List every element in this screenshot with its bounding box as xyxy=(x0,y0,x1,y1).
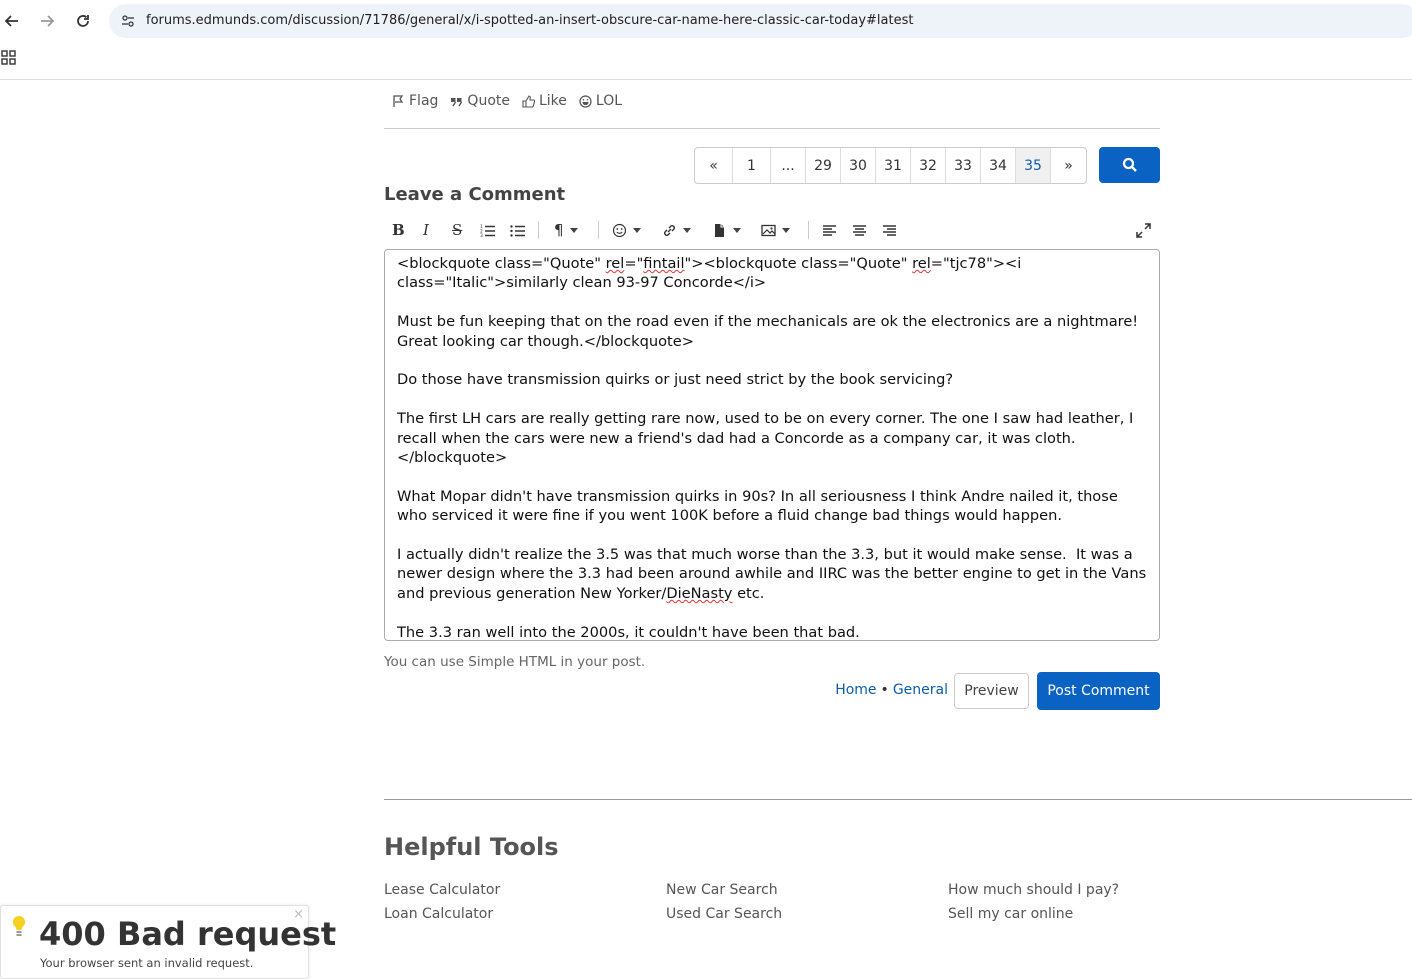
toolbar-separator xyxy=(808,221,809,239)
page-link[interactable]: 30 xyxy=(841,148,876,183)
svg-text:3: 3 xyxy=(480,233,483,238)
link-icon[interactable] xyxy=(662,219,691,241)
price-guide-link[interactable]: How much should I pay? xyxy=(948,882,1119,898)
flag-icon xyxy=(393,94,404,107)
editor-paragraph: The 3.3 ran well into the 2000s, it coul… xyxy=(397,623,860,641)
page-ellipsis: ... xyxy=(771,148,806,183)
search-button[interactable] xyxy=(1099,147,1160,183)
site-info-icon[interactable] xyxy=(119,12,137,30)
pagination: « 1 ... 29 30 31 32 33 34 35 » xyxy=(694,147,1087,184)
apps-grid-icon[interactable] xyxy=(1,50,17,66)
error-message: Your browser sent an invalid request. xyxy=(40,956,254,970)
loan-calculator-link[interactable]: Loan Calculator xyxy=(384,906,493,922)
reload-icon[interactable] xyxy=(71,9,95,33)
back-arrow-icon[interactable] xyxy=(0,9,24,33)
lol-label: LOL xyxy=(595,93,623,109)
page-current[interactable]: 35 xyxy=(1016,148,1051,183)
error-title: 400 Bad request xyxy=(39,915,337,953)
error-toast: × 400 Bad request Your browser sent an i… xyxy=(0,905,336,979)
editor-toolbar: B I S 123 ¶ xyxy=(384,219,1160,243)
quote-icon xyxy=(451,97,463,106)
bold-icon[interactable]: B xyxy=(392,219,405,241)
align-right-icon[interactable] xyxy=(882,219,897,241)
page-link[interactable]: 33 xyxy=(946,148,981,183)
forward-arrow-icon[interactable] xyxy=(35,9,59,33)
url-text: forums.edmunds.com/discussion/71786/gene… xyxy=(146,13,914,28)
divider xyxy=(384,128,1160,129)
page-link[interactable]: 31 xyxy=(876,148,911,183)
image-icon[interactable] xyxy=(761,219,790,241)
new-car-search-link[interactable]: New Car Search xyxy=(666,882,778,898)
comment-heading: Leave a Comment xyxy=(384,184,566,205)
editor-paragraph: Do those have transmission quirks or jus… xyxy=(397,371,954,389)
used-car-search-link[interactable]: Used Car Search xyxy=(666,906,782,922)
flag-action[interactable]: Flag xyxy=(392,93,438,109)
toolbar-separator xyxy=(598,221,599,239)
address-bar[interactable]: forums.edmunds.com/discussion/71786/gene… xyxy=(109,4,1412,38)
lightbulb-icon xyxy=(12,915,26,936)
divider xyxy=(384,799,1412,800)
page-link[interactable]: 32 xyxy=(911,148,946,183)
lol-action[interactable]: LOL xyxy=(579,93,622,109)
helpful-tools-heading: Helpful Tools xyxy=(384,833,559,861)
post-actions: Flag Quote Like LOL xyxy=(392,93,622,109)
paragraph-format-icon[interactable]: ¶ xyxy=(554,219,578,241)
like-action[interactable]: Like xyxy=(522,93,567,109)
sell-car-link[interactable]: Sell my car online xyxy=(948,906,1073,922)
page-prev[interactable]: « xyxy=(695,148,733,183)
editor-paragraph: <blockquote class="Quote" rel="fintail">… xyxy=(397,255,1022,292)
like-label: Like xyxy=(538,93,567,109)
document-icon[interactable] xyxy=(712,219,741,241)
page-link[interactable]: 29 xyxy=(806,148,841,183)
italic-icon[interactable]: I xyxy=(423,219,429,241)
strikethrough-icon[interactable]: S xyxy=(452,219,462,241)
flag-label: Flag xyxy=(409,93,439,109)
post-comment-button[interactable]: Post Comment xyxy=(1037,672,1160,710)
bullet-list-icon[interactable] xyxy=(510,219,525,241)
editor-paragraph: The first LH cars are really getting rar… xyxy=(397,410,1134,467)
align-center-icon[interactable] xyxy=(852,219,867,241)
editor-paragraph: Must be fun keeping that on the road eve… xyxy=(397,313,1139,350)
ordered-list-icon[interactable]: 123 xyxy=(480,219,495,241)
browser-chrome: forums.edmunds.com/discussion/71786/gene… xyxy=(0,0,1412,80)
breadcrumb: Home • General xyxy=(835,682,948,698)
breadcrumb-separator: • xyxy=(880,682,889,698)
quote-action[interactable]: Quote xyxy=(450,93,510,109)
breadcrumb-home[interactable]: Home xyxy=(835,682,876,698)
page-link[interactable]: 1 xyxy=(733,148,771,183)
comment-textarea[interactable]: <blockquote class="Quote" rel="fintail">… xyxy=(384,249,1160,641)
emoji-icon[interactable] xyxy=(612,219,641,241)
html-hint: You can use Simple HTML in your post. xyxy=(384,654,646,670)
thumbs-up-icon xyxy=(522,94,535,108)
editor-paragraph: What Mopar didn't have transmission quir… xyxy=(397,487,1118,525)
breadcrumb-general[interactable]: General xyxy=(893,682,948,698)
page-next[interactable]: » xyxy=(1051,148,1086,183)
fullscreen-icon[interactable] xyxy=(1136,219,1151,241)
quote-label: Quote xyxy=(467,93,510,109)
editor-paragraph: I actually didn't realize the 3.5 was th… xyxy=(397,546,1147,602)
lease-calculator-link[interactable]: Lease Calculator xyxy=(384,882,500,898)
search-icon xyxy=(1122,157,1137,172)
laugh-icon xyxy=(579,94,592,108)
toolbar-separator xyxy=(538,221,539,239)
preview-button[interactable]: Preview xyxy=(954,673,1029,709)
align-left-icon[interactable] xyxy=(822,219,837,241)
page-link[interactable]: 34 xyxy=(981,148,1016,183)
